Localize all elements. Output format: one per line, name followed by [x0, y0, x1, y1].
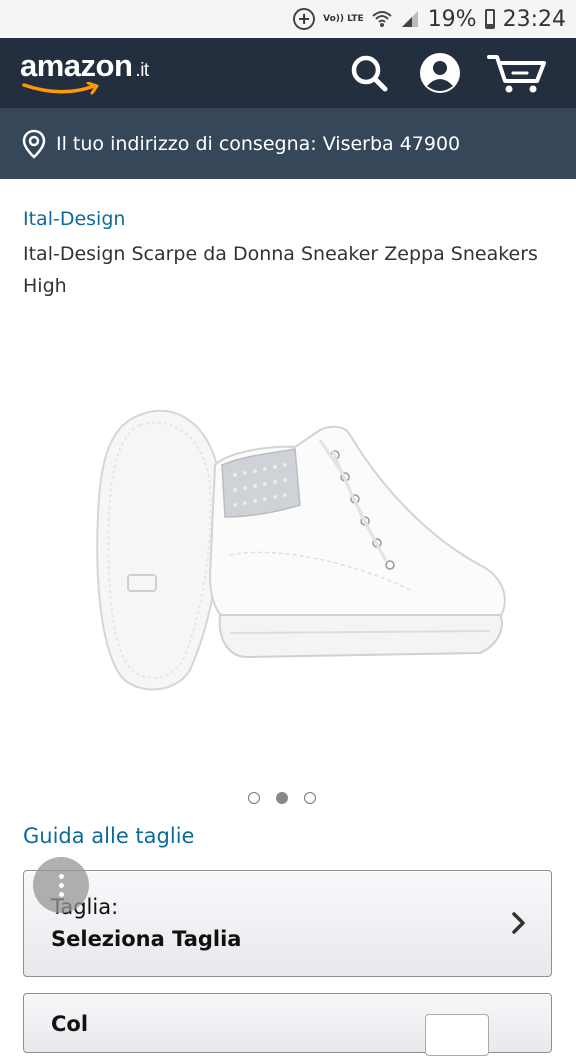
- wifi-icon: [372, 10, 392, 28]
- search-icon: [351, 55, 388, 92]
- smile-icon: [22, 82, 99, 95]
- signal-icon: [400, 9, 420, 29]
- data-saver-icon: +: [293, 8, 316, 30]
- cart-button[interactable]: [486, 50, 548, 96]
- size-dropdown-value: Seleziona Taglia: [51, 927, 242, 951]
- color-dropdown[interactable]: Col: [23, 993, 552, 1056]
- product-title: Ital-Design Scarpe da Donna Sneaker Zepp…: [23, 243, 538, 297]
- user-icon: [420, 53, 460, 93]
- size-dropdown[interactable]: Taglia: Seleziona Taglia: [23, 870, 552, 977]
- battery-icon: [484, 9, 495, 29]
- carousel-dot[interactable]: [248, 792, 260, 804]
- clock: 23:24: [502, 6, 566, 32]
- location-pin-icon: [22, 129, 46, 159]
- more-vertical-icon-dot: [58, 882, 64, 888]
- delivery-address-text: Il tuo indirizzo di consegna: Viserba 47…: [56, 132, 461, 155]
- carousel-dot-active[interactable]: [276, 792, 288, 804]
- search-button[interactable]: [346, 50, 392, 96]
- size-guide-link[interactable]: Guida alle taglie: [23, 824, 194, 848]
- shoe-sole-view: [96, 409, 222, 691]
- brand-link[interactable]: Ital-Design: [23, 208, 125, 230]
- product-image[interactable]: [80, 395, 520, 705]
- logo-tld: .it: [135, 60, 149, 81]
- more-vertical-icon: [58, 873, 64, 879]
- delivery-address-bar[interactable]: Il tuo indirizzo di consegna: Viserba 47…: [0, 108, 576, 179]
- quantity-select[interactable]: [425, 1014, 489, 1056]
- floating-menu-button[interactable]: [33, 857, 89, 913]
- logo-text: amazon: [20, 48, 133, 83]
- more-vertical-icon-dot: [58, 891, 64, 897]
- app-header: amazon .it: [0, 38, 576, 108]
- carousel-dot[interactable]: [304, 792, 316, 804]
- image-carousel-indicator: [248, 792, 316, 804]
- amazon-logo[interactable]: amazon .it: [20, 48, 149, 84]
- shoe-side-view: [208, 425, 506, 659]
- chevron-right-icon: [512, 912, 525, 934]
- color-dropdown-label: Col: [51, 1012, 89, 1036]
- cart-icon: [487, 55, 546, 93]
- account-button[interactable]: [417, 50, 463, 96]
- status-bar: + Vo)) LTE 19% 23:24: [0, 0, 576, 38]
- volte-icon: Vo)) LTE: [323, 13, 364, 24]
- battery-percent: 19%: [427, 6, 477, 32]
